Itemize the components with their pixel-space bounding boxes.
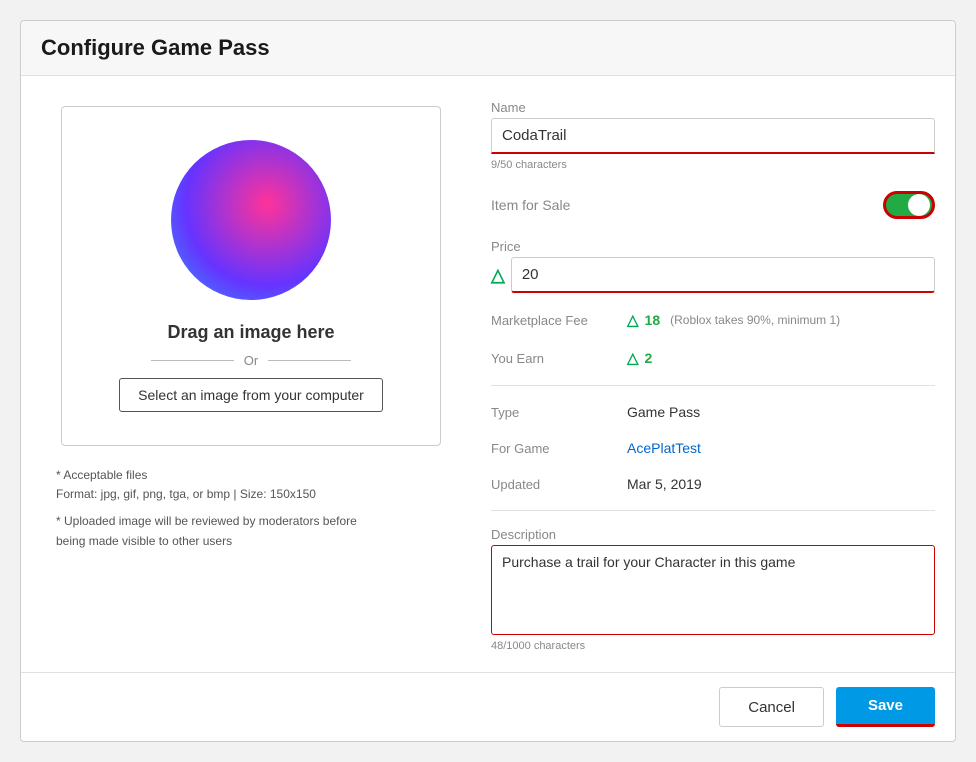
dialog-body: Drag an image here Or Select an image fr… xyxy=(21,76,955,672)
description-label: Description xyxy=(491,527,935,542)
configure-game-pass-dialog: Configure Game Pass Drag an image here O… xyxy=(20,20,956,742)
for-game-row: For Game AcePlatTest xyxy=(491,438,935,458)
robux-icon-fee: △ xyxy=(627,311,639,329)
or-divider: Or xyxy=(151,353,351,368)
description-textarea[interactable] xyxy=(491,545,935,635)
preview-image xyxy=(171,140,331,300)
price-input[interactable] xyxy=(511,257,935,293)
toggle-knob xyxy=(908,194,930,216)
image-drop-zone[interactable]: Drag an image here Or Select an image fr… xyxy=(61,106,441,446)
dialog-header: Configure Game Pass xyxy=(21,21,955,76)
price-field-group: Price △ xyxy=(491,239,935,293)
item-for-sale-toggle[interactable] xyxy=(883,191,935,219)
cancel-button[interactable]: Cancel xyxy=(719,687,824,727)
type-row: Type Game Pass xyxy=(491,402,935,422)
name-label: Name xyxy=(491,100,935,115)
for-game-label: For Game xyxy=(491,441,621,456)
divider2 xyxy=(491,510,935,511)
marketplace-fee-value: 18 xyxy=(645,312,661,328)
file-notes-line4: * Uploaded image will be reviewed by mod… xyxy=(56,512,357,531)
you-earn-value: 2 xyxy=(645,350,653,366)
you-earn-label: You Earn xyxy=(491,351,621,366)
right-panel: Name 9/50 characters Item for Sale Price… xyxy=(491,96,935,652)
divider xyxy=(491,385,935,386)
robux-icon-price: △ xyxy=(491,265,505,286)
you-earn-row: You Earn △ 2 xyxy=(491,347,935,369)
select-image-button[interactable]: Select an image from your computer xyxy=(119,378,383,412)
file-notes-line1: * Acceptable files xyxy=(56,466,357,485)
left-panel: Drag an image here Or Select an image fr… xyxy=(41,96,461,652)
marketplace-fee-row: Marketplace Fee △ 18 (Roblox takes 90%, … xyxy=(491,309,935,331)
robux-icon-earn: △ xyxy=(627,349,639,367)
file-notes-line2: Format: jpg, gif, png, tga, or bmp | Siz… xyxy=(56,485,357,504)
item-for-sale-label: Item for Sale xyxy=(491,197,570,213)
item-for-sale-row: Item for Sale xyxy=(491,187,935,223)
type-value: Game Pass xyxy=(627,404,700,420)
dialog-footer: Cancel Save xyxy=(21,672,955,741)
drag-text: Drag an image here xyxy=(167,322,334,343)
price-row: △ xyxy=(491,257,935,293)
marketplace-fee-note: (Roblox takes 90%, minimum 1) xyxy=(670,313,840,327)
name-field-group: Name 9/50 characters xyxy=(491,100,935,171)
updated-value: Mar 5, 2019 xyxy=(627,476,702,492)
updated-label: Updated xyxy=(491,477,621,492)
description-field-group: Description 48/1000 characters xyxy=(491,527,935,652)
for-game-value[interactable]: AcePlatTest xyxy=(627,440,701,456)
type-label: Type xyxy=(491,405,621,420)
updated-row: Updated Mar 5, 2019 xyxy=(491,474,935,494)
file-notes-line5: being made visible to other users xyxy=(56,532,357,551)
name-input[interactable] xyxy=(491,118,935,154)
save-button[interactable]: Save xyxy=(836,687,935,727)
price-label: Price xyxy=(491,239,935,254)
name-char-count: 9/50 characters xyxy=(491,159,935,171)
file-notes: * Acceptable files Format: jpg, gif, png… xyxy=(51,466,357,551)
description-char-count: 48/1000 characters xyxy=(491,640,935,652)
marketplace-fee-label: Marketplace Fee xyxy=(491,313,621,328)
dialog-title: Configure Game Pass xyxy=(41,35,935,61)
